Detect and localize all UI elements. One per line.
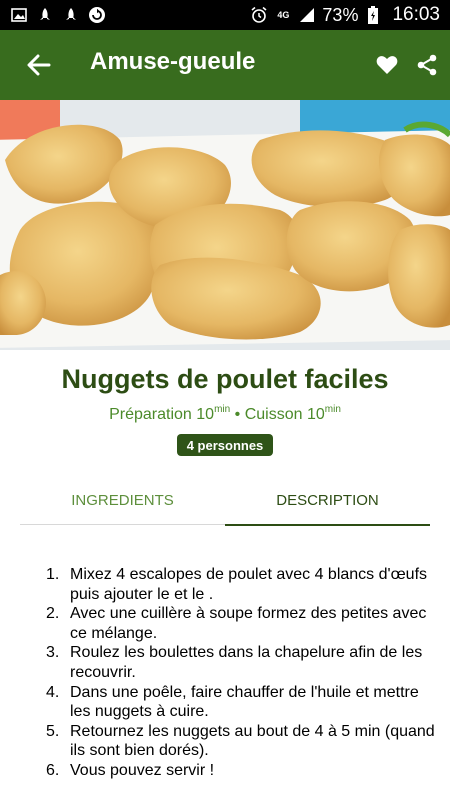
tab-description[interactable]: DESCRIPTION (225, 484, 430, 526)
servings-badge: 4 personnes (177, 434, 273, 456)
steps-list: 1. Mixez 4 escalopes de poulet avec 4 bla… (46, 565, 440, 781)
status-bar: 4G 73% 16:03 (0, 0, 450, 30)
cook-time: Cuisson 10 (244, 406, 325, 423)
step-number: 5. (46, 722, 60, 740)
rocket-icon (36, 6, 54, 24)
list-item: 1. Mixez 4 escalopes de poulet avec 4 bla… (46, 565, 440, 604)
tab-ingredients[interactable]: INGREDIENTS (20, 484, 225, 526)
step-text: Roulez les boulettes dans la chapelure a… (70, 644, 423, 681)
list-item: 2. Avec une cuillère à soupe formez des p… (46, 604, 440, 643)
battery-icon (364, 6, 382, 24)
back-button[interactable] (22, 50, 56, 80)
alarm-icon (250, 6, 268, 24)
heart-icon (376, 56, 398, 74)
clock: 16:03 (392, 4, 440, 25)
step-number: 4. (46, 683, 60, 701)
network-type: 4G (277, 9, 290, 20)
list-item: 5. Retournez les nuggets au bout de 4 à 5… (46, 722, 440, 761)
share-icon (417, 54, 437, 76)
list-item: 3. Roulez les boulettes dans la chapelure… (46, 643, 440, 682)
step-text: Avec une cuillère à soupe formez des pet… (70, 605, 427, 642)
step-text: Retournez les nuggets au bout de 4 à 5 m… (70, 722, 435, 760)
cook-time-unit: min (324, 404, 341, 415)
signal-icon (298, 6, 316, 24)
step-text: Dans une poêle, faire chauffer de l'huil… (70, 683, 419, 721)
step-number: 1. (46, 566, 60, 583)
status-bar-left (10, 6, 106, 24)
sync-icon (88, 6, 106, 24)
share-button[interactable] (414, 52, 440, 78)
recipe-photo (0, 100, 450, 350)
favorite-button[interactable] (374, 52, 400, 78)
arrow-left-icon (27, 54, 51, 76)
app-bar: Amuse-gueule (0, 30, 450, 100)
app-bar-title: Amuse-gueule (90, 48, 256, 75)
active-tab-indicator (225, 524, 430, 526)
step-number: 2. (46, 605, 60, 623)
prep-time: Préparation 10 (109, 406, 215, 423)
step-number: 3. (46, 644, 60, 662)
gallery-icon (10, 6, 28, 24)
list-item: 6. Vous pouvez servir ! (46, 761, 440, 781)
recipe-title: Nuggets de poulet faciles (61, 364, 389, 394)
rocket-icon (62, 6, 80, 24)
recipe-timing: Préparation 10min • Cuisson 10min (0, 404, 450, 424)
step-text: Vous pouvez servir ! (70, 761, 215, 779)
list-item: 4. Dans une poêle, faire chauffer de l'hu… (46, 683, 440, 722)
step-text: Mixez 4 escalopes de poulet avec 4 blanc… (70, 566, 428, 603)
step-number: 6. (46, 761, 60, 779)
timing-separator: • (234, 406, 241, 423)
prep-time-unit: min (214, 404, 231, 415)
status-bar-right: 4G 73% 16:03 (250, 4, 440, 26)
battery-percent: 73% (322, 4, 359, 25)
